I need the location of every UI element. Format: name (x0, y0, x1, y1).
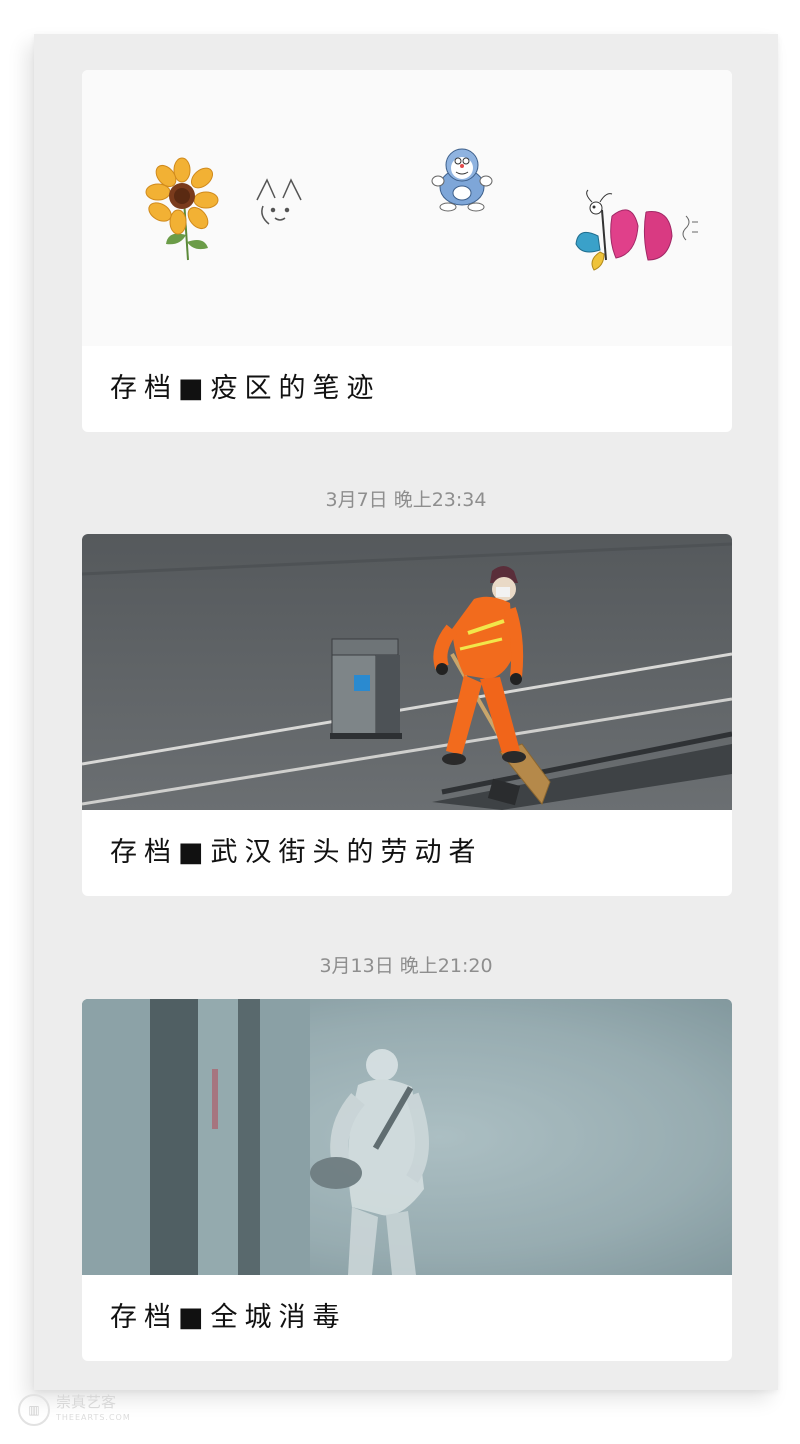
watermark-subtext: THEEARTS.COM (56, 1413, 131, 1422)
children-drawings-image (82, 70, 732, 346)
article-title: 存档■武汉街头的劳动者 (110, 837, 483, 868)
disinfection-image (82, 999, 732, 1275)
article-card-disinfection[interactable]: 存档■全城消毒 (82, 999, 732, 1361)
article-thumbnail-disinfection (82, 999, 732, 1275)
article-title: 存档■全城消毒 (110, 1302, 347, 1333)
watermark-name: 崇真艺客 (56, 1393, 117, 1411)
article-title: 存档■疫区的笔迹 (110, 373, 381, 404)
article-feed: 存档■疫区的笔迹 3月7日 晚上23:34 存档■武汉街头的劳动者 3月13日 … (34, 34, 778, 1390)
message-timestamp: 3月13日 晚上21:20 (319, 955, 493, 977)
watermark-logo: ▥ 崇真艺客 THEEARTS.COM (18, 1394, 131, 1426)
article-thumbnail-street-sweeper (82, 534, 732, 810)
article-card-street-workers[interactable]: 存档■武汉街头的劳动者 (82, 534, 732, 896)
article-thumbnail-drawings (82, 70, 732, 346)
article-card-drawings[interactable]: 存档■疫区的笔迹 (82, 70, 732, 432)
museum-logo-icon: ▥ (18, 1394, 50, 1426)
street-sweeper-image (82, 534, 732, 810)
trash-bin (330, 638, 402, 739)
message-timestamp: 3月7日 晚上23:34 (325, 489, 487, 511)
